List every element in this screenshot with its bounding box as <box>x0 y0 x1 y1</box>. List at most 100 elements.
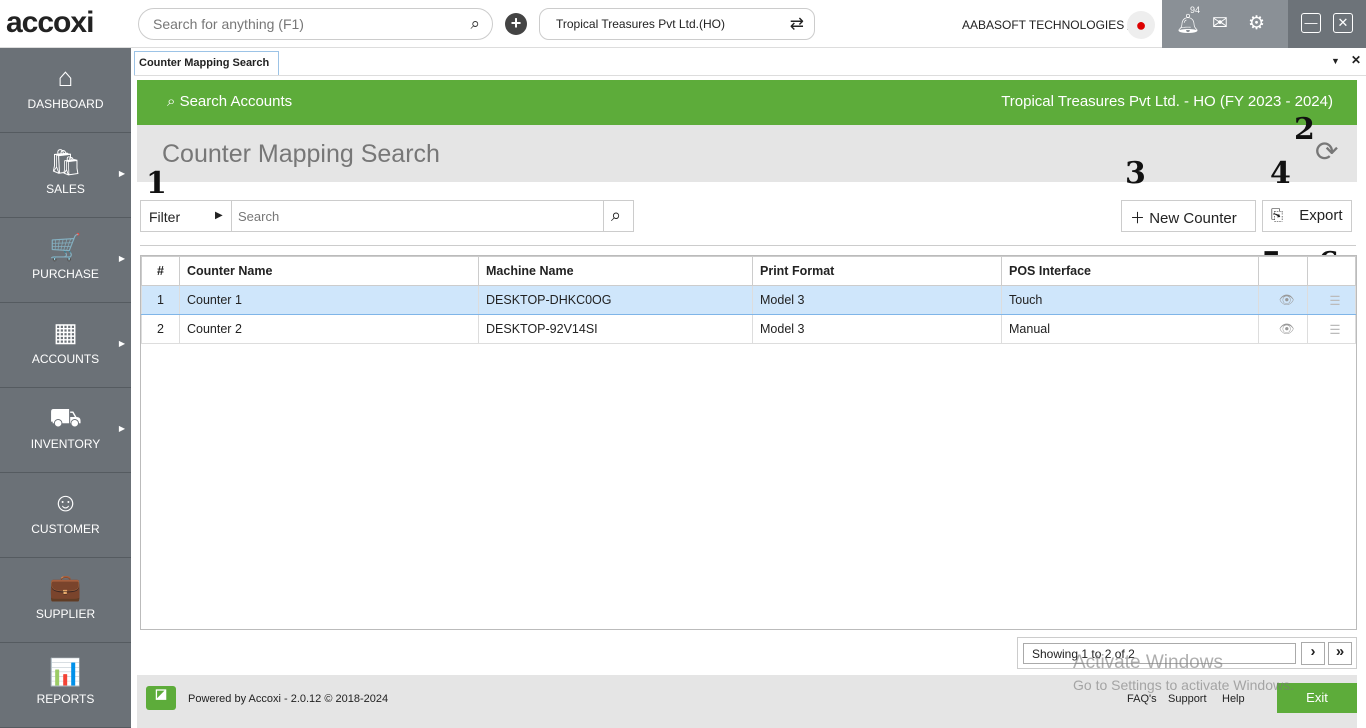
annotation-1: 1 <box>146 166 167 201</box>
export-icon: ⎘ <box>1271 207 1284 224</box>
activate-windows-watermark: Activate Windows <box>1073 652 1223 673</box>
close-icon[interactable]: ✕ <box>1333 13 1353 33</box>
support-link[interactable]: Support <box>1168 693 1207 705</box>
shopping-bag-icon: 🛍 <box>48 147 82 177</box>
cell-pos-interface: Manual <box>1001 314 1259 344</box>
user-icon: ☺ <box>52 487 79 517</box>
tab-dropdown-icon[interactable]: ▼ <box>1331 56 1340 66</box>
search-accounts-link[interactable]: ⌕ Search Accounts <box>167 93 292 110</box>
last-page-button[interactable]: » <box>1328 642 1352 665</box>
org-menu[interactable]: AABASOFT TECHNOLOGIES ▶ <box>962 18 1134 32</box>
menu-icon[interactable]: ☰ <box>1307 285 1356 315</box>
user-avatar[interactable]: ● <box>1127 11 1155 39</box>
company-selector[interactable]: Tropical Treasures Pvt Ltd.(HO) ⇄ <box>539 8 815 40</box>
next-page-button[interactable]: › <box>1301 642 1325 665</box>
col-view <box>1258 256 1308 286</box>
col-print-format[interactable]: Print Format <box>752 256 1002 286</box>
col-menu <box>1307 256 1356 286</box>
tab-divider <box>134 75 1366 76</box>
cell-machine-name: DESKTOP-92V14SI <box>478 314 753 344</box>
help-link[interactable]: Help <box>1222 693 1245 705</box>
search-placeholder: Search <box>238 209 280 224</box>
cell-index: 1 <box>141 285 180 315</box>
caret-right-icon[interactable]: ▶ <box>215 210 223 221</box>
message-icon[interactable]: ✉ <box>1212 12 1228 35</box>
sidebar-label: CUSTOMER <box>31 522 100 536</box>
top-bar: accoxi Search for anything (F1) ⌕ + Tropi… <box>0 0 1366 48</box>
sidebar-item-supplier[interactable]: 💼 SUPPLIER <box>0 558 131 643</box>
cell-counter-name: Counter 2 <box>179 314 479 344</box>
sidebar-item-reports[interactable]: 📊 REPORTS <box>0 643 131 728</box>
sidebar: ⌂ DASHBOARD 🛍 SALES ▶ 🛒 PURCHASE ▶ ▦ ACCOUNTS ▶… <box>0 48 131 728</box>
sidebar-item-accounts[interactable]: ▦ ACCOUNTS ▶ <box>0 303 131 388</box>
col-pos-interface[interactable]: POS Interface <box>1001 256 1259 286</box>
col-index[interactable]: # <box>141 256 180 286</box>
caret-right-icon: ▶ <box>118 424 125 433</box>
sidebar-label: SALES <box>46 182 85 196</box>
menu-icon[interactable]: ☰ <box>1307 314 1356 344</box>
faq-link[interactable]: FAQ's <box>1127 693 1157 705</box>
minimize-icon[interactable]: — <box>1301 13 1321 33</box>
sidebar-label: SUPPLIER <box>35 607 96 621</box>
accoxi-footer-logo: ◪ <box>146 686 176 710</box>
search-input[interactable]: Search <box>231 201 604 231</box>
switch-company-icon[interactable]: ⇄ <box>790 14 804 34</box>
new-counter-button[interactable]: ＋ New Counter <box>1121 200 1256 232</box>
gear-icon[interactable]: ⚙ <box>1248 12 1265 35</box>
sidebar-label: DASHBOARD <box>27 97 104 111</box>
sidebar-label: PURCHASE <box>32 267 99 281</box>
refresh-icon[interactable]: ⟳ <box>1315 135 1338 168</box>
eye-icon[interactable]: 👁︎ <box>1258 314 1308 344</box>
page-title: Counter Mapping Search <box>162 140 440 168</box>
cell-counter-name: Counter 1 <box>179 285 479 315</box>
sidebar-item-inventory[interactable]: ⛟ INVENTORY ▶ <box>0 388 131 473</box>
col-machine-name[interactable]: Machine Name <box>478 256 753 286</box>
export-button[interactable]: ⎘ Export <box>1262 200 1352 232</box>
sidebar-item-purchase[interactable]: 🛒 PURCHASE ▶ <box>0 218 131 303</box>
briefcase-icon: 💼 <box>49 572 82 602</box>
bell-icon[interactable]: 🔔︎ <box>1176 12 1200 36</box>
eye-icon[interactable]: 👁︎ <box>1258 285 1308 315</box>
window-controls: — ✕ <box>1288 0 1366 48</box>
divider <box>140 245 1356 246</box>
table-row[interactable]: 2 Counter 2 DESKTOP-92V14SI Model 3 Manu… <box>141 314 1356 344</box>
sidebar-label: INVENTORY <box>30 437 101 451</box>
sidebar-item-sales[interactable]: 🛍 SALES ▶ <box>0 133 131 218</box>
tab-counter-mapping-search[interactable]: Counter Mapping Search <box>134 51 279 76</box>
global-search-input[interactable]: Search for anything (F1) ⌕ <box>138 8 493 40</box>
search-accounts-label: Search Accounts <box>179 93 293 110</box>
filter-button[interactable]: Filter <box>149 209 180 225</box>
col-counter-name[interactable]: Counter Name <box>179 256 479 286</box>
cell-machine-name: DESKTOP-DHKC0OG <box>478 285 753 315</box>
top-icons: 🔔︎ 94 ✉ ⚙ <box>1162 0 1288 48</box>
account-header: ⌕ Search Accounts Tropical Treasures Pvt… <box>137 80 1357 125</box>
sidebar-item-dashboard[interactable]: ⌂ DASHBOARD <box>0 48 131 133</box>
export-label: Export <box>1299 207 1343 224</box>
cell-print-format: Model 3 <box>752 285 1002 315</box>
sidebar-label: ACCOUNTS <box>31 352 100 366</box>
add-icon[interactable]: + <box>505 13 527 35</box>
notification-count: 94 <box>1190 5 1201 15</box>
tab-close-icon[interactable]: ✕ <box>1351 53 1361 67</box>
table-header: # Counter Name Machine Name Print Format… <box>141 256 1356 286</box>
caret-right-icon: ▶ <box>118 339 125 348</box>
new-counter-label: New Counter <box>1149 210 1237 227</box>
annotation-3: 3 <box>1125 156 1146 191</box>
chart-icon: 📊 <box>49 657 82 687</box>
annotation-4: 4 <box>1270 156 1291 191</box>
search-icon[interactable]: ⌕ <box>611 205 621 226</box>
cart-icon: 🛒 <box>49 232 82 262</box>
sidebar-label: REPORTS <box>36 692 95 706</box>
org-name: AABASOFT TECHNOLOGIES <box>962 18 1125 32</box>
sidebar-item-customer[interactable]: ☺ CUSTOMER <box>0 473 131 558</box>
calculator-icon: ▦ <box>53 317 78 347</box>
filter-search-bar: Filter ▶ Search ⌕ <box>140 200 634 232</box>
activate-windows-hint: Go to Settings to activate Windows. <box>1073 677 1294 693</box>
search-icon[interactable]: ⌕ <box>470 14 480 34</box>
caret-right-icon: ▶ <box>118 169 125 178</box>
plus-icon: ＋ <box>1130 210 1146 227</box>
table-row[interactable]: 1 Counter 1 DESKTOP-DHKC0OG Model 3 Touc… <box>141 285 1356 315</box>
annotation-2: 2 <box>1294 112 1315 147</box>
caret-right-icon: ▶ <box>118 254 125 263</box>
search-placeholder: Search for anything (F1) <box>153 16 304 32</box>
